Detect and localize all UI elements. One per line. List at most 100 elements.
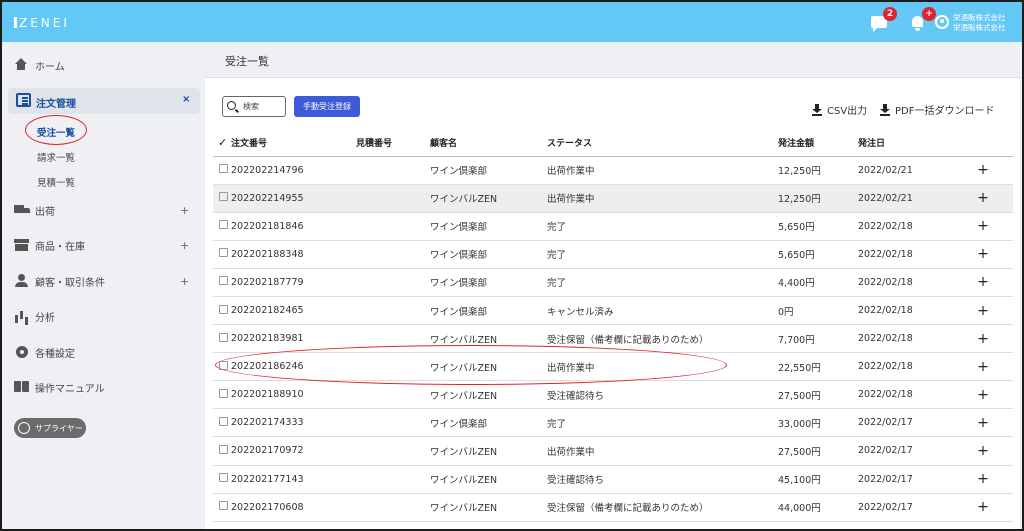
- logo[interactable]: ZENEI: [14, 16, 70, 30]
- amount-cell: 22,550円: [778, 352, 858, 382]
- row-expand-icon[interactable]: +: [953, 324, 1013, 354]
- column-customer[interactable]: 顧客名: [430, 130, 547, 157]
- search-button[interactable]: 検索: [222, 96, 286, 117]
- sidebar-item-order-management[interactable]: 注文管理 ×: [8, 88, 200, 114]
- row-checkbox[interactable]: [219, 220, 228, 230]
- status-cell: 出荷作業中: [547, 436, 778, 466]
- bar-chart-icon: [14, 309, 30, 323]
- row-checkbox[interactable]: [219, 388, 228, 398]
- table-row[interactable]: 202202177143 ワインバルZEN 受注確認待ち 45,100円 2022/02…: [213, 465, 1013, 494]
- row-checkbox[interactable]: [219, 416, 228, 426]
- table-row[interactable]: 202202174333 ワイン倶楽部 完了 33,000円 2022/02/17 +: [213, 408, 1013, 438]
- column-amount[interactable]: 発注金額: [778, 130, 858, 157]
- sidebar-item-label: 分析: [35, 312, 55, 324]
- row-checkbox[interactable]: [219, 501, 228, 511]
- sidebar-item-manual[interactable]: 操作マニュアル: [14, 377, 105, 397]
- table-row[interactable]: 202202188348 ワイン倶楽部 完了 5,650円 2022/02/18 +: [213, 240, 1013, 269]
- row-checkbox[interactable]: [219, 248, 228, 258]
- sidebar-item-label: 各種設定: [35, 348, 75, 360]
- expand-customers-icon[interactable]: +: [180, 275, 189, 288]
- sidebar-subitem-invoices[interactable]: 請求一覧: [37, 150, 75, 164]
- sidebar-item-home[interactable]: ホーム: [14, 55, 65, 75]
- table-row[interactable]: 202202182465 ワイン倶楽部 キャンセル済み 0円 2022/02/18 +: [213, 296, 1013, 326]
- table-row[interactable]: 202202170608 ワインバルZEN 受注保留（備考欄に記載ありのため） 44,…: [213, 493, 1013, 522]
- row-expand-icon[interactable]: +: [953, 240, 1013, 269]
- sidebar-item-label: 顧客・取引条件: [35, 277, 105, 289]
- logo-mark-icon: [14, 17, 17, 28]
- user-icon[interactable]: [935, 15, 949, 29]
- pdf-download-button[interactable]: PDF一括ダウンロード: [880, 102, 994, 117]
- column-expand: [953, 130, 1013, 157]
- column-date[interactable]: 発注日: [858, 130, 953, 157]
- table-row[interactable]: 202202188910 ワインバルZEN 受注確認待ち 27,500円 2022/02…: [213, 380, 1013, 410]
- sidebar-item-label: 注文管理: [36, 99, 76, 110]
- sidebar-item-products[interactable]: 商品・在庫: [14, 235, 85, 255]
- checkbox-cell: [213, 436, 231, 466]
- quote-no-cell: [356, 240, 430, 269]
- row-expand-icon[interactable]: +: [953, 380, 1013, 410]
- row-expand-icon[interactable]: +: [953, 296, 1013, 326]
- manual-order-register-button[interactable]: 手動受注登録: [294, 96, 360, 117]
- order-no-cell: 202202170608: [231, 493, 356, 522]
- row-expand-icon[interactable]: +: [953, 352, 1013, 382]
- orders-panel: 検索 手動受注登録 CSV出力 PDF一括ダウンロード ✓ 注文番号 見積番号 …: [205, 78, 1020, 529]
- date-cell: 2022/02/18: [858, 352, 953, 382]
- amount-cell: 12,250円: [778, 156, 858, 185]
- row-checkbox[interactable]: [219, 276, 228, 286]
- customer-cell: ワインバルZEN: [430, 184, 547, 213]
- sidebar-item-shipping[interactable]: 出荷: [14, 200, 55, 220]
- checkbox-cell: [213, 184, 231, 213]
- row-expand-icon[interactable]: +: [953, 493, 1013, 522]
- csv-export-label: CSV出力: [827, 106, 868, 117]
- amount-cell: 12,250円: [778, 184, 858, 213]
- expand-shipping-icon[interactable]: +: [180, 204, 189, 217]
- table-row[interactable]: 202202214796 ワイン倶楽部 出荷作業中 12,250円 2022/02/21…: [213, 156, 1013, 185]
- sidebar-item-settings[interactable]: 各種設定: [14, 342, 75, 362]
- amount-cell: 5,650円: [778, 212, 858, 241]
- csv-export-button[interactable]: CSV出力: [812, 102, 867, 117]
- expand-products-icon[interactable]: +: [180, 239, 189, 252]
- row-checkbox[interactable]: [219, 192, 228, 202]
- sidebar-subitem-quotes[interactable]: 見積一覧: [37, 175, 75, 189]
- row-expand-icon[interactable]: +: [953, 465, 1013, 494]
- status-cell: 出荷作業中: [547, 184, 778, 213]
- order-no-cell: 202202214796: [231, 156, 356, 185]
- row-checkbox[interactable]: [219, 473, 228, 483]
- row-checkbox[interactable]: [219, 332, 228, 342]
- bell-icon[interactable]: +: [909, 7, 936, 31]
- collapse-icon[interactable]: ×: [182, 94, 190, 105]
- search-label: 検索: [243, 102, 259, 111]
- row-expand-icon[interactable]: +: [953, 212, 1013, 241]
- top-bar: ZENEI 2 + 栄酒販株式会社 栄酒販株式会社: [2, 2, 1022, 42]
- column-order-no[interactable]: 注文番号: [231, 130, 356, 157]
- checkbox-cell: [213, 240, 231, 269]
- table-row[interactable]: 202202170972 ワインバルZEN 出荷作業中 27,500円 2022/02/…: [213, 436, 1013, 466]
- row-checkbox[interactable]: [219, 304, 228, 314]
- row-expand-icon[interactable]: +: [953, 408, 1013, 438]
- chat-icon[interactable]: 2: [870, 7, 897, 32]
- column-status[interactable]: ステータス: [547, 130, 778, 157]
- order-list-icon: [16, 93, 31, 107]
- date-cell: 2022/02/18: [858, 296, 953, 326]
- supplier-switch-button[interactable]: サプライヤー: [14, 418, 86, 438]
- table-row[interactable]: 202202187779 ワイン倶楽部 完了 4,400円 2022/02/18 +: [213, 268, 1013, 297]
- status-cell: 完了: [547, 212, 778, 241]
- book-icon: [14, 380, 30, 394]
- column-quote-no[interactable]: 見積番号: [356, 130, 430, 157]
- table-row[interactable]: 202202181846 ワイン倶楽部 完了 5,650円 2022/02/18 +: [213, 212, 1013, 241]
- row-expand-icon[interactable]: +: [953, 156, 1013, 185]
- row-expand-icon[interactable]: +: [953, 184, 1013, 213]
- amount-cell: 33,000円: [778, 408, 858, 438]
- sidebar-item-analytics[interactable]: 分析: [14, 306, 55, 326]
- company-name[interactable]: 栄酒販株式会社 栄酒販株式会社: [953, 13, 1006, 33]
- sidebar-item-customers[interactable]: 顧客・取引条件: [14, 271, 105, 291]
- customer-cell: ワイン倶楽部: [430, 240, 547, 269]
- quote-no-cell: [356, 212, 430, 241]
- order-no-cell: 202202170972: [231, 436, 356, 466]
- row-expand-icon[interactable]: +: [953, 436, 1013, 466]
- row-checkbox[interactable]: [219, 444, 228, 454]
- row-checkbox[interactable]: [219, 164, 228, 174]
- table-row[interactable]: 202202214955 ワインバルZEN 出荷作業中 12,250円 2022/02/…: [213, 184, 1013, 213]
- select-all-checkbox[interactable]: ✓: [213, 130, 231, 157]
- row-expand-icon[interactable]: +: [953, 268, 1013, 297]
